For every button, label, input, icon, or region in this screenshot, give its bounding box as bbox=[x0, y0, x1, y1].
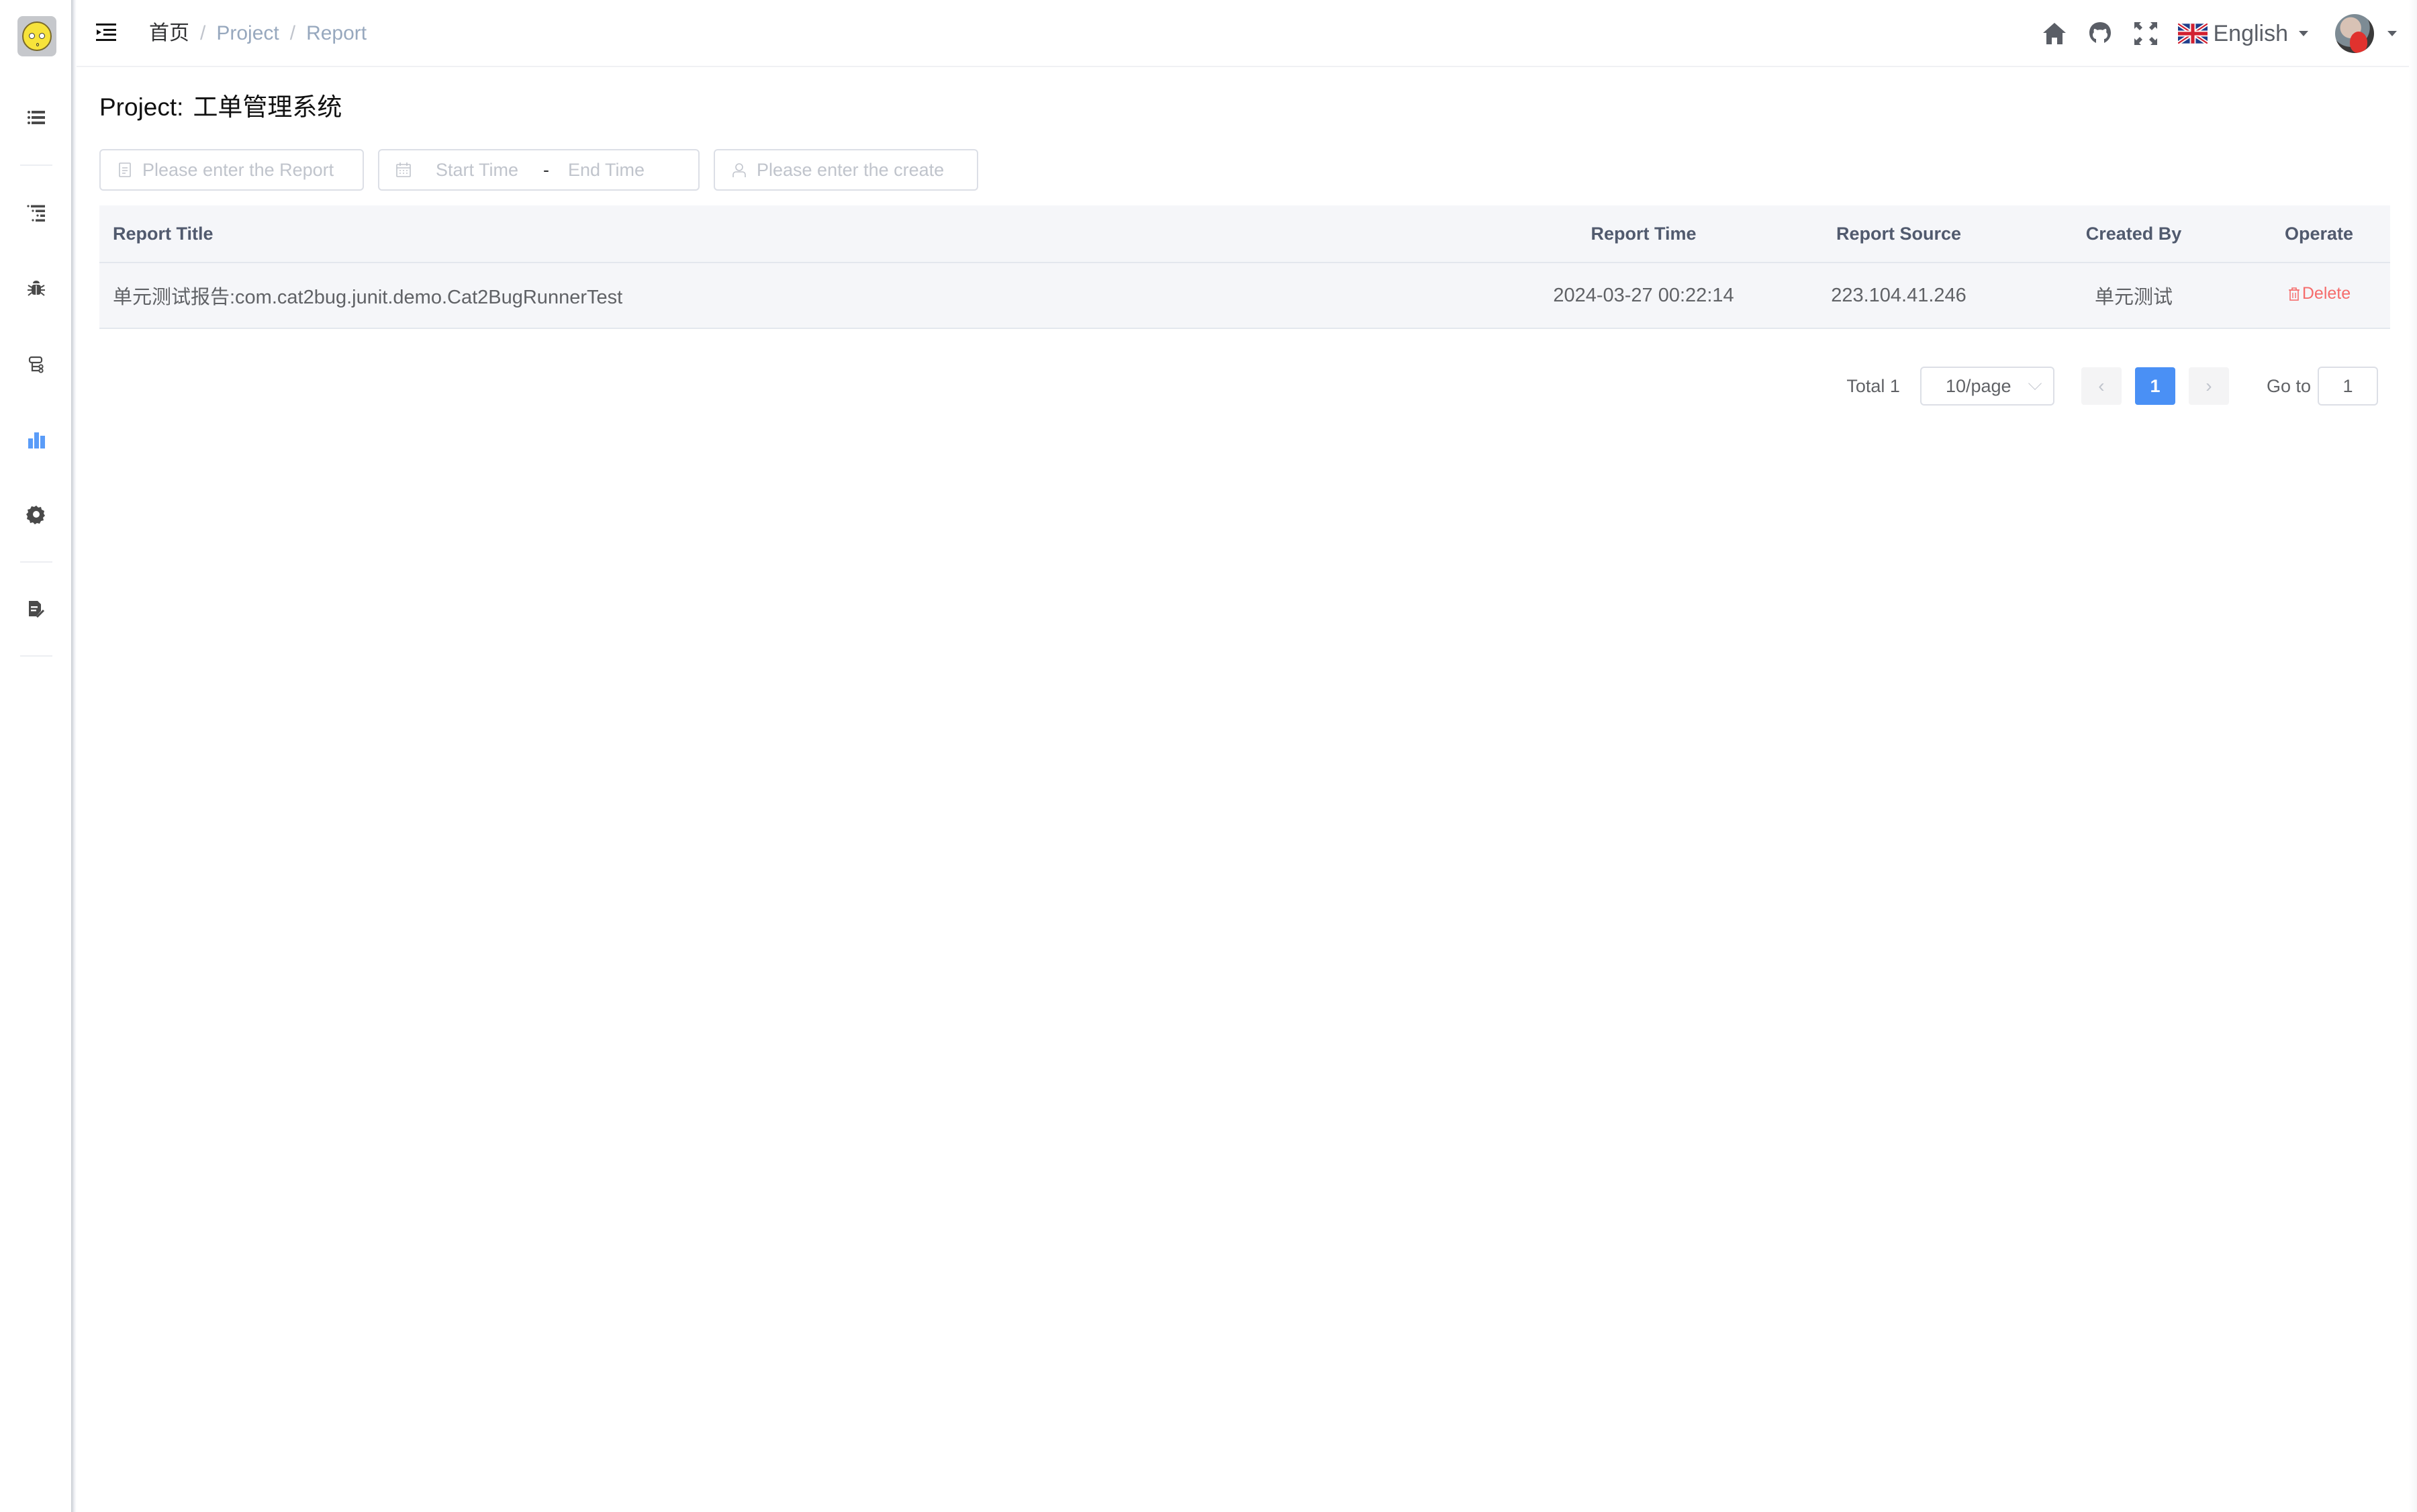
header-actions: English bbox=[2041, 0, 2417, 67]
table-header: Report Title Report Time Report Source C… bbox=[99, 205, 2390, 263]
page-title-label: Project: bbox=[99, 93, 184, 121]
creator-placeholder: Please enter the create bbox=[757, 159, 945, 180]
breadcrumb-home[interactable]: 首页 bbox=[149, 20, 189, 47]
bug-icon bbox=[28, 281, 45, 296]
cell-operate: Delete bbox=[2248, 284, 2390, 307]
report-title-search-input[interactable]: Please enter the Report bbox=[99, 149, 364, 191]
range-separator: - bbox=[543, 159, 549, 180]
goto-label: Go to bbox=[2266, 375, 2311, 396]
logo-face-icon bbox=[22, 21, 52, 51]
start-time-input[interactable]: Start Time bbox=[436, 160, 536, 181]
page-title: Project: 工单管理系统 bbox=[99, 91, 342, 124]
calendar-icon bbox=[396, 162, 411, 177]
column-header-report-source: Report Source bbox=[1836, 223, 1962, 244]
breadcrumb-project[interactable]: Project bbox=[216, 20, 279, 47]
gear-icon bbox=[26, 506, 45, 524]
chevron-down-icon bbox=[2028, 377, 2042, 390]
language-label: English bbox=[2213, 20, 2288, 46]
page-size-select[interactable]: 10/page bbox=[1920, 367, 2054, 406]
goto-page-input[interactable] bbox=[2318, 367, 2378, 406]
home-icon bbox=[2043, 23, 2067, 44]
page-size-value: 10/page bbox=[1945, 375, 2011, 396]
cell-report-source: 223.104.41.246 bbox=[1831, 284, 1966, 306]
delete-button[interactable]: Delete bbox=[2287, 284, 2351, 303]
sidebar-item-cases[interactable] bbox=[0, 189, 73, 236]
module-tree-icon bbox=[28, 356, 44, 373]
sidebar-divider bbox=[20, 561, 52, 563]
language-selector[interactable]: English bbox=[2178, 21, 2308, 47]
sidebar bbox=[0, 0, 73, 1512]
end-time-input[interactable]: End Time bbox=[568, 160, 645, 181]
user-icon bbox=[732, 163, 746, 177]
top-navbar: 首页 / Project / Report English bbox=[77, 0, 2417, 67]
sidebar-item-settings[interactable] bbox=[0, 491, 73, 538]
column-header-report-time: Report Time bbox=[1591, 223, 1697, 244]
menu-toggle-icon[interactable] bbox=[95, 21, 117, 43]
breadcrumb-separator: / bbox=[200, 22, 206, 44]
goto-page: Go to bbox=[2267, 367, 2378, 406]
table-row[interactable]: 单元测试报告:com.cat2bug.junit.demo.Cat2BugRun… bbox=[99, 263, 2390, 329]
breadcrumb: 首页 / Project / Report bbox=[149, 20, 367, 47]
prev-page-button[interactable]: ‹ bbox=[2081, 367, 2122, 405]
app-logo[interactable] bbox=[17, 16, 56, 56]
report-table: Report Title Report Time Report Source C… bbox=[99, 205, 2390, 329]
cell-report-title[interactable]: 单元测试报告:com.cat2bug.junit.demo.Cat2BugRun… bbox=[99, 281, 1509, 310]
delete-label: Delete bbox=[2302, 284, 2351, 303]
fullscreen-icon bbox=[2134, 22, 2158, 45]
tree-list-icon bbox=[27, 205, 45, 222]
sidebar-item-documents[interactable] bbox=[0, 585, 73, 632]
fullscreen-button[interactable] bbox=[2132, 20, 2159, 47]
github-icon bbox=[2089, 22, 2112, 43]
pagination: Total 1 10/page ‹ 1 › Go to bbox=[1846, 366, 2378, 406]
uk-flag-icon bbox=[2178, 23, 2208, 44]
document-edit-icon bbox=[29, 601, 45, 618]
user-menu-caret-icon[interactable] bbox=[2387, 31, 2397, 36]
sidebar-item-modules[interactable] bbox=[0, 341, 73, 388]
cell-created-by: 单元测试 bbox=[2094, 287, 2173, 308]
document-icon bbox=[119, 162, 131, 177]
project-name: 工单管理系统 bbox=[193, 93, 342, 121]
home-button[interactable] bbox=[2041, 20, 2068, 47]
breadcrumb-separator: / bbox=[289, 22, 296, 44]
user-avatar[interactable] bbox=[2335, 14, 2374, 53]
creator-search-input[interactable]: Please enter the create bbox=[714, 149, 978, 191]
sidebar-border bbox=[71, 0, 77, 1512]
page-number-1[interactable]: 1 bbox=[2134, 367, 2175, 405]
column-header-operate: Operate bbox=[2284, 223, 2354, 244]
list-icon bbox=[28, 111, 45, 124]
github-button[interactable] bbox=[2087, 20, 2114, 47]
sidebar-divider bbox=[20, 164, 52, 166]
sidebar-divider bbox=[20, 655, 52, 657]
sidebar-item-reports[interactable] bbox=[0, 416, 73, 463]
bar-chart-icon bbox=[28, 432, 45, 448]
cell-report-time: 2024-03-27 00:22:14 bbox=[1553, 284, 1734, 306]
breadcrumb-report: Report bbox=[306, 22, 367, 44]
sidebar-item-project-list[interactable] bbox=[0, 94, 73, 141]
column-header-report-title: Report Title bbox=[113, 223, 214, 244]
report-title-placeholder: Please enter the Report bbox=[142, 159, 334, 180]
pagination-total: Total 1 bbox=[1846, 375, 1900, 396]
next-page-button[interactable]: › bbox=[2188, 367, 2229, 405]
caret-down-icon bbox=[2299, 31, 2308, 36]
trash-icon bbox=[2288, 287, 2300, 301]
column-header-created-by: Created By bbox=[2085, 223, 2182, 244]
scrollbar-gutter bbox=[2409, 0, 2417, 1512]
date-range-picker[interactable]: Start Time - End Time bbox=[378, 149, 700, 191]
sidebar-item-defects[interactable] bbox=[0, 265, 73, 312]
